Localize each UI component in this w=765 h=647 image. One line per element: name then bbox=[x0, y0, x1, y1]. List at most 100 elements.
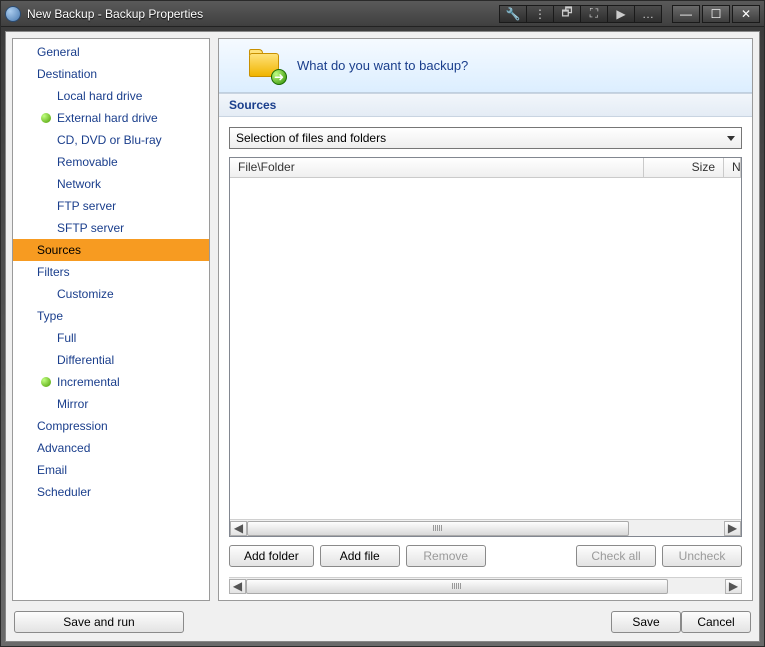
sidebar-item-label: Differential bbox=[57, 353, 114, 367]
close-icon: ✕ bbox=[741, 7, 751, 21]
table-button-row: Add folder Add file Remove Check all Unc… bbox=[229, 545, 742, 567]
col-header-file[interactable]: File\Folder bbox=[230, 158, 644, 177]
sidebar-item-incremental[interactable]: Incremental bbox=[13, 371, 209, 393]
ellipsis-icon: … bbox=[642, 7, 654, 21]
bullet-icon bbox=[41, 377, 51, 387]
panel-horizontal-scrollbar[interactable]: ◀ ▶ bbox=[229, 577, 742, 594]
table-horizontal-scrollbar[interactable]: ◀ ▶ bbox=[230, 519, 741, 536]
sidebar-item-removable[interactable]: Removable bbox=[13, 151, 209, 173]
grip-icon bbox=[433, 525, 443, 531]
sidebar-item-label: Destination bbox=[37, 67, 97, 81]
tool-play-button[interactable]: ▶ bbox=[607, 5, 635, 23]
minimize-icon: — bbox=[680, 7, 692, 21]
save-and-run-button[interactable]: Save and run bbox=[14, 611, 184, 633]
sidebar-item-cd-dvd-or-blu-ray[interactable]: CD, DVD or Blu-ray bbox=[13, 129, 209, 151]
sidebar-item-label: Removable bbox=[57, 155, 118, 169]
scroll-thumb[interactable] bbox=[247, 521, 629, 536]
cancel-button[interactable]: Cancel bbox=[681, 611, 751, 633]
remove-button[interactable]: Remove bbox=[406, 545, 486, 567]
sidebar-item-full[interactable]: Full bbox=[13, 327, 209, 349]
scroll-left-button[interactable]: ◀ bbox=[230, 521, 247, 536]
sidebar-item-differential[interactable]: Differential bbox=[13, 349, 209, 371]
add-file-button[interactable]: Add file bbox=[320, 545, 400, 567]
sidebar-item-local-hard-drive[interactable]: Local hard drive bbox=[13, 85, 209, 107]
sidebar-item-destination[interactable]: Destination bbox=[13, 63, 209, 85]
sidebar-item-network[interactable]: Network bbox=[13, 173, 209, 195]
restore-icon: 🗗 bbox=[561, 3, 572, 24]
sidebar-item-scheduler[interactable]: Scheduler bbox=[13, 481, 209, 503]
app-icon bbox=[5, 6, 21, 22]
tool-dots-button[interactable]: ⋮ bbox=[526, 5, 554, 23]
sidebar-item-sources[interactable]: Sources bbox=[13, 239, 209, 261]
chevron-right-icon: ▶ bbox=[729, 579, 738, 593]
sidebar-item-label: Compression bbox=[37, 419, 108, 433]
sidebar-item-label: Mirror bbox=[57, 397, 88, 411]
sidebar-item-type[interactable]: Type bbox=[13, 305, 209, 327]
sidebar-item-label: Full bbox=[57, 331, 76, 345]
play-icon: ▶ bbox=[616, 7, 625, 21]
sidebar-item-label: Network bbox=[57, 177, 101, 191]
save-button[interactable]: Save bbox=[611, 611, 681, 633]
sidebar-item-label: Sources bbox=[37, 243, 81, 257]
scroll-left-button[interactable]: ◀ bbox=[229, 579, 246, 594]
sidebar-item-label: CD, DVD or Blu-ray bbox=[57, 133, 162, 147]
source-type-dropdown[interactable]: Selection of files and folders bbox=[229, 127, 742, 149]
maximize-button[interactable]: ☐ bbox=[702, 5, 730, 23]
titlebar[interactable]: New Backup - Backup Properties 🔧 ⋮ 🗗 ⛶ ▶… bbox=[1, 1, 764, 27]
scroll-right-button[interactable]: ▶ bbox=[724, 521, 741, 536]
sidebar-item-external-hard-drive[interactable]: External hard drive bbox=[13, 107, 209, 129]
sidebar-item-filters[interactable]: Filters bbox=[13, 261, 209, 283]
sidebar-item-sftp-server[interactable]: SFTP server bbox=[13, 217, 209, 239]
table-body-empty bbox=[230, 178, 741, 519]
scroll-thumb[interactable] bbox=[246, 579, 668, 594]
col-header-size[interactable]: Size bbox=[644, 158, 724, 177]
close-button[interactable]: ✕ bbox=[732, 5, 760, 23]
bullet-icon bbox=[41, 113, 51, 123]
sidebar-item-compression[interactable]: Compression bbox=[13, 415, 209, 437]
sidebar-item-label: Customize bbox=[57, 287, 114, 301]
sidebar-item-label: Incremental bbox=[57, 375, 120, 389]
tool-restore-button[interactable]: 🗗 bbox=[553, 5, 581, 23]
arrow-icon: ➜ bbox=[271, 69, 287, 85]
tool-wrench-button[interactable]: 🔧 bbox=[499, 5, 527, 23]
titlebar-tool-group: 🔧 ⋮ 🗗 ⛶ ▶ … — ☐ ✕ bbox=[499, 5, 760, 23]
main-panel: ➜ What do you want to backup? Sources Se… bbox=[218, 38, 753, 601]
check-all-button[interactable]: Check all bbox=[576, 545, 656, 567]
section-header-sources: Sources bbox=[219, 93, 752, 117]
grip-icon bbox=[452, 583, 462, 589]
footer: Save and run Save Cancel bbox=[12, 607, 753, 635]
tool-more-button[interactable]: … bbox=[634, 5, 662, 23]
chevron-right-icon: ▶ bbox=[728, 521, 737, 535]
tool-fullscreen-button[interactable]: ⛶ bbox=[580, 5, 608, 23]
sidebar-item-label: Advanced bbox=[37, 441, 90, 455]
wrench-icon: 🔧 bbox=[506, 7, 521, 21]
uncheck-all-button[interactable]: Uncheck bbox=[662, 545, 742, 567]
sidebar-item-customize[interactable]: Customize bbox=[13, 283, 209, 305]
add-folder-button[interactable]: Add folder bbox=[229, 545, 314, 567]
sidebar-item-label: Local hard drive bbox=[57, 89, 142, 103]
scroll-track[interactable] bbox=[247, 521, 724, 536]
sidebar-item-email[interactable]: Email bbox=[13, 459, 209, 481]
sidebar-item-ftp-server[interactable]: FTP server bbox=[13, 195, 209, 217]
chevron-left-icon: ◀ bbox=[233, 579, 242, 593]
sidebar-item-label: SFTP server bbox=[57, 221, 124, 235]
minimize-button[interactable]: — bbox=[672, 5, 700, 23]
sidebar-item-label: External hard drive bbox=[57, 111, 158, 125]
chevron-left-icon: ◀ bbox=[234, 521, 243, 535]
window-title: New Backup - Backup Properties bbox=[27, 7, 499, 21]
sidebar-item-general[interactable]: General bbox=[13, 41, 209, 63]
dots-icon: ⋮ bbox=[534, 7, 546, 21]
scroll-right-button[interactable]: ▶ bbox=[725, 579, 742, 594]
sources-table: File\Folder Size N ◀ ▶ bbox=[229, 157, 742, 537]
sidebar-item-label: Type bbox=[37, 309, 63, 323]
banner-folder-icon: ➜ bbox=[249, 51, 283, 81]
scroll-track[interactable] bbox=[246, 579, 725, 594]
sidebar-item-label: Filters bbox=[37, 265, 70, 279]
sidebar-item-advanced[interactable]: Advanced bbox=[13, 437, 209, 459]
sidebar-item-mirror[interactable]: Mirror bbox=[13, 393, 209, 415]
sidebar-item-label: FTP server bbox=[57, 199, 116, 213]
col-header-extra[interactable]: N bbox=[724, 158, 741, 177]
table-header-row: File\Folder Size N bbox=[230, 158, 741, 178]
client-area: General Destination Local hard drive Extern… bbox=[5, 31, 760, 642]
window-frame: New Backup - Backup Properties 🔧 ⋮ 🗗 ⛶ ▶… bbox=[0, 0, 765, 647]
